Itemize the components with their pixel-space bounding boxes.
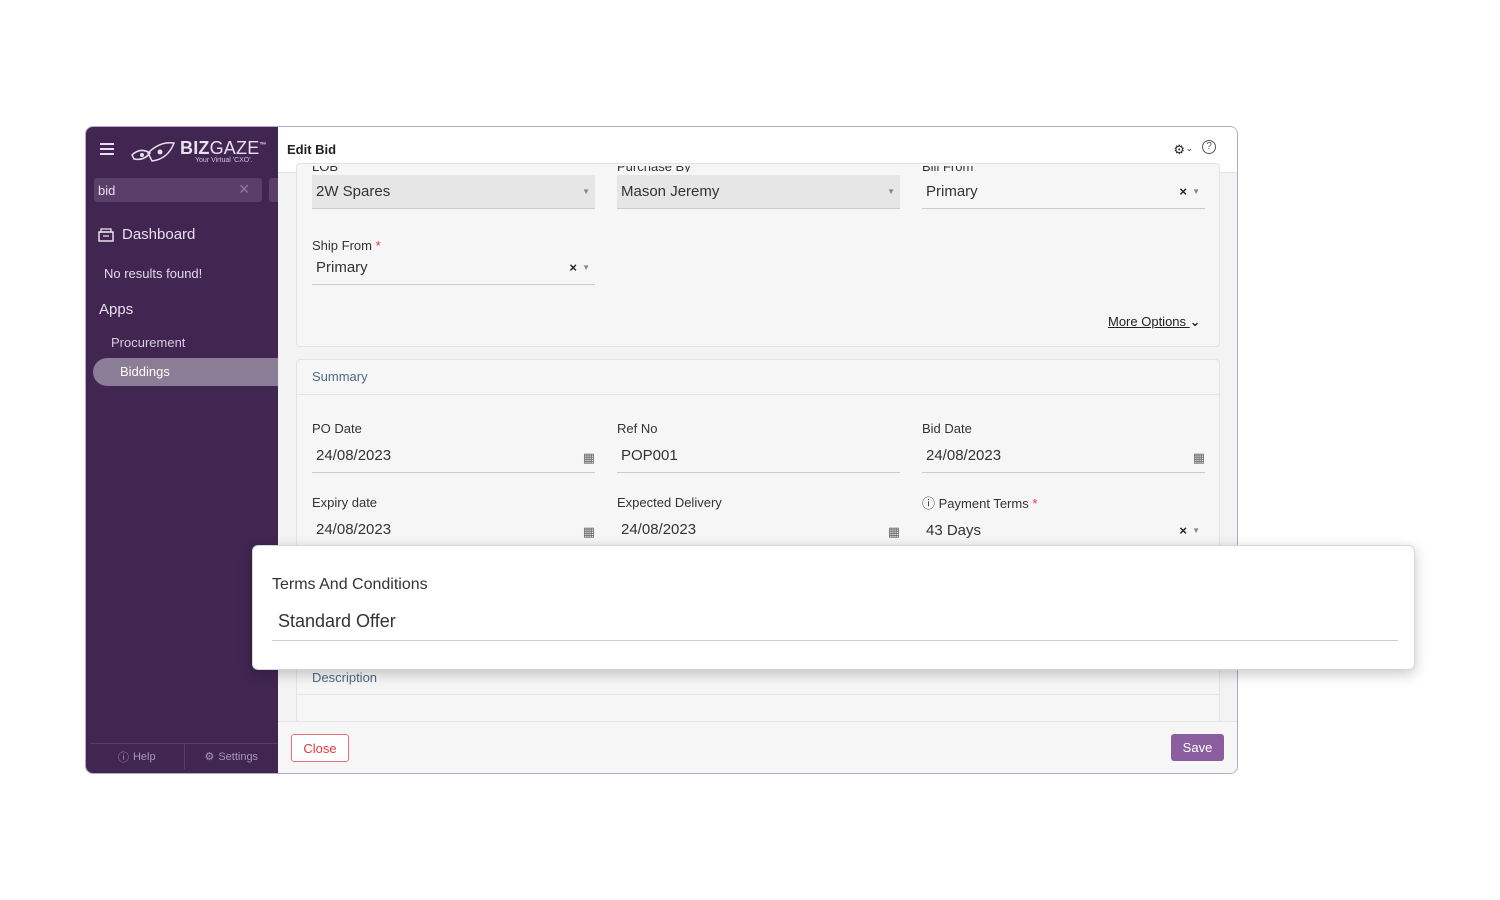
logo-tagline: Your Virtual 'CXO'. — [195, 157, 253, 164]
owl-logo-icon — [131, 141, 176, 162]
terms-input[interactable]: Standard Offer — [272, 604, 1398, 641]
ship-from-select[interactable]: Primary × ▼ — [312, 251, 595, 285]
purchase-by-value: Mason Jeremy — [621, 183, 720, 200]
bill-from-select[interactable]: Primary × ▼ — [922, 175, 1205, 209]
expiry-date-label: Expiry date — [312, 495, 378, 510]
help-link[interactable]: ⓘ Help — [90, 744, 184, 769]
ref-no-input[interactable]: POP001 — [617, 439, 900, 473]
main-panel: Edit Bid ⚙ ⌄ ? LOB Purchase By Bill From… — [278, 127, 1237, 773]
help-label: Help — [132, 750, 156, 763]
sidebar-footer: ⓘ Help ⚙ Settings — [90, 743, 278, 769]
summary-title: Summary — [312, 369, 368, 384]
purchase-by-label: Purchase By — [617, 166, 737, 172]
page-title: Edit Bid — [287, 142, 337, 157]
po-date-label: PO Date — [312, 421, 362, 436]
po-date-input[interactable]: 24/08/2023 ▦ — [312, 439, 595, 473]
bill-from-value: Primary — [926, 183, 978, 200]
help-circle-icon[interactable]: ? — [1202, 140, 1216, 154]
payment-terms-value: 43 Days — [926, 522, 982, 539]
expiry-date-input[interactable]: 24/08/2023 ▦ — [312, 513, 595, 547]
general-card: LOB Purchase By Bill From 2W Spares ▼ Ma… — [296, 163, 1220, 347]
caret-down-icon: ▼ — [887, 187, 895, 196]
po-date-value: 24/08/2023 — [316, 447, 392, 464]
expected-delivery-input[interactable]: 24/08/2023 ▦ — [617, 513, 900, 547]
settings-label: Settings — [218, 750, 259, 763]
no-results-text: No results found! — [104, 266, 203, 281]
ref-no-value: POP001 — [621, 447, 678, 464]
close-button[interactable]: Close — [291, 734, 349, 762]
ref-no-label: Ref No — [617, 421, 658, 436]
sidebar-item-label: Dashboard — [122, 226, 196, 243]
divider — [297, 694, 1219, 695]
sidebar-search-input[interactable] — [94, 178, 234, 202]
sidebar: BIZGAZE™ Your Virtual 'CXO'. ✕ Dashboard… — [86, 127, 293, 773]
apps-heading: Apps — [99, 301, 134, 318]
settings-gear-icon[interactable]: ⚙ — [1173, 142, 1185, 158]
terms-and-conditions-popup: Terms And Conditions Standard Offer — [252, 545, 1415, 670]
info-icon: ⓘ — [922, 496, 936, 511]
bill-from-label: Bill From — [922, 166, 1042, 172]
bid-date-label: Bid Date — [922, 421, 972, 436]
expected-delivery-label: Expected Delivery — [617, 495, 722, 510]
payment-terms-label: ⓘ Payment Terms * — [922, 496, 1038, 511]
chevron-down-icon: ⌄ — [1189, 314, 1201, 329]
caret-down-icon: ▼ — [582, 187, 590, 196]
caret-down-icon: ▼ — [1192, 187, 1200, 196]
payment-terms-select[interactable]: 43 Days × ▼ — [922, 514, 1205, 548]
gear-icon: ⚙ — [204, 751, 215, 763]
lob-value: 2W Spares — [316, 183, 391, 200]
app-window: BIZGAZE™ Your Virtual 'CXO'. ✕ Dashboard… — [85, 126, 1238, 774]
help-icon: ⓘ — [117, 751, 129, 764]
purchase-by-select[interactable]: Mason Jeremy ▼ — [617, 175, 900, 209]
calendar-icon[interactable]: ▦ — [583, 441, 595, 475]
divider — [297, 394, 1219, 395]
calendar-icon[interactable]: ▦ — [1193, 441, 1205, 475]
sidebar-item-procurement[interactable]: Procurement — [111, 335, 185, 350]
lob-select[interactable]: 2W Spares ▼ — [312, 175, 595, 209]
expiry-date-value: 24/08/2023 — [316, 521, 392, 538]
ship-from-value: Primary — [316, 259, 368, 276]
clear-search-icon[interactable]: ✕ — [238, 181, 250, 198]
lob-label: LOB — [312, 166, 432, 172]
sidebar-top: BIZGAZE™ Your Virtual 'CXO'. — [100, 138, 270, 165]
sidebar-search: ✕ — [94, 178, 262, 202]
clear-icon[interactable]: × — [1179, 175, 1187, 209]
clear-icon[interactable]: × — [569, 251, 577, 285]
sidebar-item-biddings[interactable]: Biddings — [93, 358, 293, 386]
terms-label: Terms And Conditions — [272, 576, 428, 593]
expected-delivery-value: 24/08/2023 — [621, 521, 697, 538]
bid-date-input[interactable]: 24/08/2023 ▦ — [922, 439, 1205, 473]
caret-down-icon: ▼ — [582, 263, 590, 272]
settings-link[interactable]: ⚙ Settings — [185, 744, 279, 769]
calendar-icon[interactable]: ▦ — [888, 515, 900, 549]
dashboard-icon — [98, 227, 114, 242]
clear-icon[interactable]: × — [1179, 514, 1187, 548]
modal-footer: Close Save — [278, 721, 1237, 773]
logo-text: BIZGAZE™ — [180, 138, 267, 158]
hamburger-menu-icon[interactable] — [100, 143, 114, 155]
sidebar-item-dashboard[interactable]: Dashboard — [98, 226, 195, 243]
bid-date-value: 24/08/2023 — [926, 447, 1002, 464]
description-label: Description — [312, 670, 378, 685]
more-options-link[interactable]: More Options ⌄ — [1108, 314, 1201, 330]
chevron-down-icon[interactable]: ⌄ — [1185, 143, 1193, 154]
caret-down-icon: ▼ — [1192, 526, 1200, 535]
calendar-icon[interactable]: ▦ — [583, 515, 595, 549]
save-button[interactable]: Save — [1171, 734, 1224, 761]
